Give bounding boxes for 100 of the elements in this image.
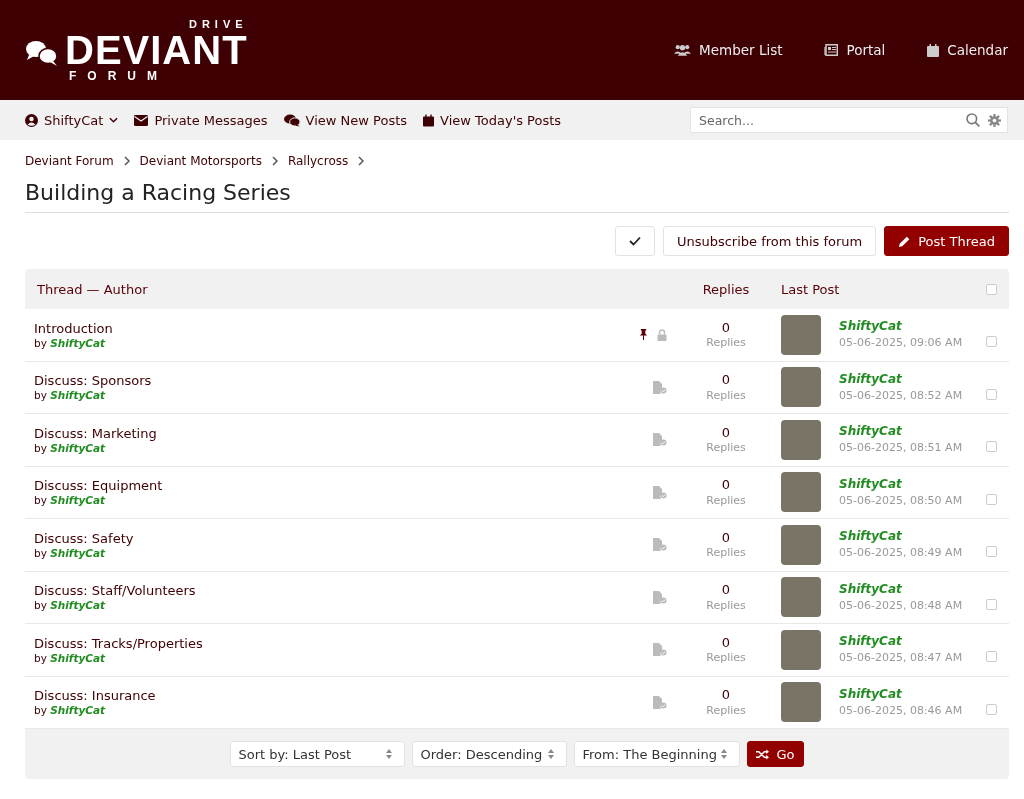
author-link[interactable]: ShiftyCat — [50, 546, 106, 559]
mark-read-button[interactable] — [614, 226, 655, 256]
user-menu[interactable]: ShiftyCat — [25, 112, 119, 128]
logo-text: FORUM — [68, 69, 169, 82]
last-poster-link[interactable]: ShiftyCat — [839, 685, 963, 703]
thread-title-link[interactable]: Discuss: Insurance — [34, 688, 156, 704]
row-checkbox[interactable] — [986, 336, 997, 348]
avatar-placeholder — [781, 314, 821, 355]
calendar-icon — [927, 43, 940, 57]
post-date: 05-06-2025, 09:06 AM — [839, 335, 963, 352]
thread-title-link[interactable]: Discuss: Marketing — [34, 425, 157, 441]
select-all-checkbox[interactable] — [986, 283, 997, 295]
replies-label: Replies — [706, 546, 746, 560]
sort-select[interactable]: From: The Beginning — [574, 741, 741, 767]
breadcrumb-link[interactable]: Deviant Motorsports — [139, 154, 262, 168]
by-label: by — [34, 546, 47, 559]
row-checkbox[interactable] — [986, 703, 997, 715]
nav-link[interactable]: View Today's Posts — [423, 112, 562, 128]
nav-link[interactable]: View New Posts — [283, 112, 408, 128]
post-date: 05-06-2025, 08:50 AM — [839, 492, 963, 509]
envelope-icon — [134, 114, 149, 126]
avatar-placeholder — [781, 419, 821, 460]
row-checkbox[interactable] — [986, 493, 997, 505]
thread-title-link[interactable]: Introduction — [34, 320, 113, 336]
sort-arrows-icon — [548, 749, 555, 759]
breadcrumb-link[interactable]: Deviant Forum — [25, 154, 114, 168]
last-poster-link[interactable]: ShiftyCat — [839, 370, 963, 388]
author-link[interactable]: ShiftyCat — [50, 441, 106, 454]
thread-title-link[interactable]: Discuss: Equipment — [34, 478, 163, 494]
post-date: 05-06-2025, 08:46 AM — [839, 702, 963, 719]
thread-title-link[interactable]: Discuss: Safety — [34, 530, 134, 546]
shuffle-icon — [756, 748, 770, 760]
replies-label: Replies — [706, 703, 746, 718]
checkmark-icon — [628, 236, 641, 246]
author-link[interactable]: ShiftyCat — [50, 704, 106, 717]
column-header: Replies — [701, 281, 751, 297]
avatar-placeholder — [781, 472, 821, 513]
chevron-down-icon — [109, 117, 119, 123]
row-checkbox[interactable] — [986, 388, 997, 400]
sort-select[interactable]: Sort by: Last Post — [230, 741, 406, 767]
header-link[interactable]: Calendar — [927, 42, 1008, 58]
chevron-right-icon — [271, 156, 278, 166]
last-poster-link[interactable]: ShiftyCat — [839, 318, 963, 336]
last-poster-link[interactable]: ShiftyCat — [839, 475, 963, 493]
search-icon[interactable] — [966, 113, 980, 127]
replies-label: Replies — [706, 651, 746, 665]
pencil-icon — [898, 234, 912, 248]
sort-select[interactable]: Order: Descending — [412, 741, 568, 767]
avatar-placeholder — [781, 629, 821, 670]
thread-title-link[interactable]: Discuss: Tracks/Properties — [34, 635, 203, 651]
chevron-right-icon — [358, 156, 365, 166]
header-link[interactable]: Member List — [674, 42, 783, 58]
row-checkbox[interactable] — [986, 598, 997, 610]
reply-count: 0 — [721, 687, 731, 704]
post-date: 05-06-2025, 08:52 AM — [839, 387, 963, 404]
last-poster-link[interactable]: ShiftyCat — [839, 633, 963, 651]
thread-title-link[interactable]: Discuss: Sponsors — [34, 373, 152, 389]
last-poster-link[interactable]: ShiftyCat — [839, 423, 963, 441]
user-icon — [25, 113, 38, 127]
comments-icon — [283, 113, 300, 127]
nav-link[interactable]: Private Messages — [134, 112, 268, 128]
reply-count: 0 — [721, 424, 731, 441]
author-link[interactable]: ShiftyCat — [50, 651, 106, 664]
unsubscribe-button[interactable]: Unsubscribe from this forum — [662, 226, 877, 256]
post-date: 05-06-2025, 08:47 AM — [839, 650, 963, 667]
header-link[interactable]: Portal — [824, 42, 886, 58]
by-label: by — [34, 441, 47, 454]
settings-icon[interactable] — [988, 113, 1001, 127]
replies-label: Replies — [706, 388, 746, 403]
go-button[interactable]: Go — [747, 741, 804, 767]
by-label: by — [34, 704, 47, 717]
chat-bubbles-icon — [25, 39, 59, 67]
row-checkbox[interactable] — [986, 546, 997, 558]
post-date: 05-06-2025, 08:49 AM — [839, 545, 963, 562]
row-checkbox[interactable] — [986, 441, 997, 453]
row-checkbox[interactable] — [986, 651, 997, 663]
by-label: by — [34, 336, 47, 349]
last-poster-link[interactable]: ShiftyCat — [839, 580, 963, 598]
replies-label: Replies — [706, 493, 746, 508]
reply-count: 0 — [721, 477, 731, 494]
page-title: Building a Racing Series — [25, 180, 1009, 213]
avatar-placeholder — [781, 524, 821, 565]
author-link[interactable]: ShiftyCat — [50, 599, 106, 612]
chevron-right-icon — [123, 156, 130, 166]
author-link[interactable]: ShiftyCat — [50, 389, 106, 402]
reply-count: 0 — [721, 372, 731, 389]
users-icon — [674, 44, 692, 56]
author-link[interactable]: ShiftyCat — [50, 336, 106, 349]
reply-count: 0 — [721, 319, 731, 336]
post-thread-button[interactable]: Post Thread — [884, 226, 1009, 256]
replies-label: Replies — [706, 441, 746, 455]
last-poster-link[interactable]: ShiftyCat — [839, 528, 963, 546]
by-label: by — [34, 599, 47, 612]
search-bar[interactable]: Search... — [690, 107, 1008, 133]
thread-title-link[interactable]: Discuss: Staff/Volunteers — [34, 583, 196, 599]
reply-count: 0 — [721, 634, 731, 651]
author-link[interactable]: ShiftyCat — [50, 494, 106, 507]
replies-label: Replies — [706, 598, 746, 613]
breadcrumb-link[interactable]: Rallycross — [287, 154, 349, 168]
replies-label: Replies — [706, 336, 746, 350]
